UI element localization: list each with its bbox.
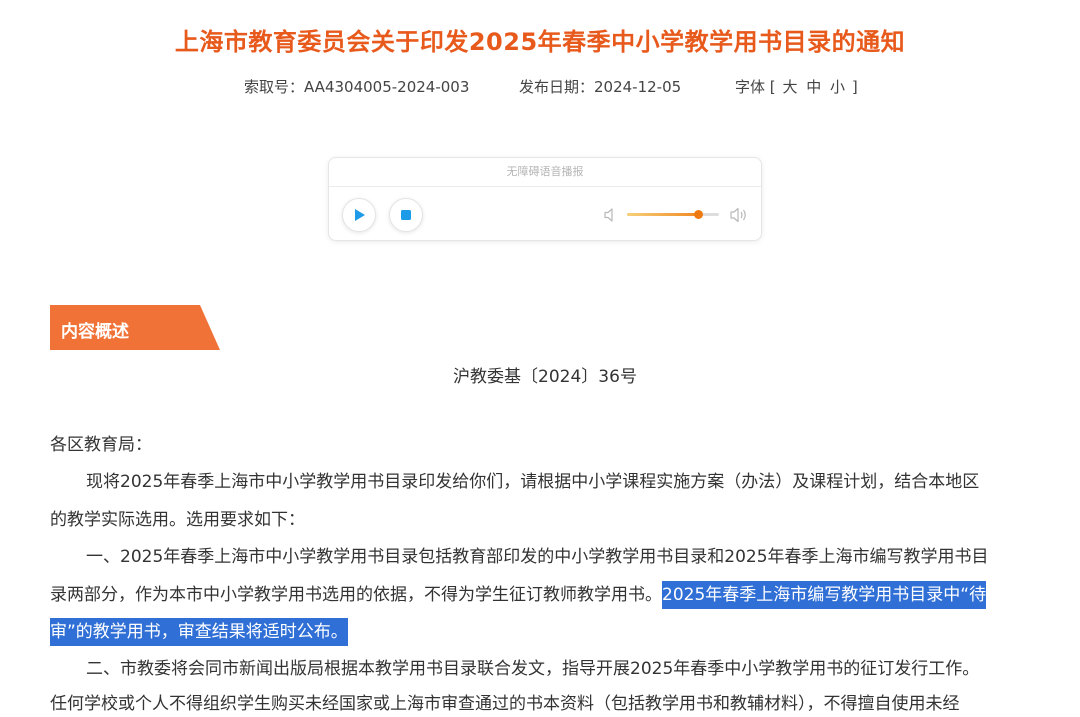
font-size-medium-link[interactable]: 中 [806, 78, 821, 96]
font-size-bracket-close: ] [851, 78, 858, 96]
selected-text[interactable]: 2025年春季上海市编写教学用书目录中“待 [662, 581, 987, 609]
document-number: 沪教委基〔2024〕36号 [453, 367, 637, 387]
page-title: 上海市教育委员会关于印发2025年春季中小学教学用书目录的通知 [174, 28, 906, 56]
volume-low-icon [604, 208, 613, 222]
paragraph-2-line-1: 一、2025年春季上海市中小学教学用书目录包括教育部印发的中小学教学用书目录和2… [86, 547, 989, 567]
notice-page: 上海市教育委员会关于印发2025年春季中小学教学用书目录的通知 索取号：AA43… [0, 0, 1080, 717]
volume-slider-fill [627, 213, 698, 216]
section-banner: 内容概述 [50, 305, 220, 350]
paragraph-1-line-2: 的教学实际选用。选用要求如下： [50, 510, 305, 530]
paragraph-2-line-2: 录两部分，作为本市中小学教学用书选用的依据，不得为学生征订教师教学用书。2025… [50, 581, 1050, 609]
font-size-switcher: 字体 [ 大 中 小 ] [735, 76, 858, 97]
volume-high-icon [730, 207, 746, 223]
section-banner-label: 内容概述 [61, 322, 129, 342]
volume-slider-handle[interactable] [693, 210, 703, 219]
audio-player: 无障碍语音播报 [328, 157, 762, 241]
stop-button[interactable] [389, 198, 423, 232]
play-icon [355, 209, 365, 221]
salutation: 各区教育局： [50, 435, 152, 455]
stop-icon [401, 210, 411, 220]
font-size-label: 字体 [735, 78, 766, 96]
paragraph-1-line-1: 现将2025年春季上海市中小学教学用书目录印发给你们，请根据中小学课程实施方案（… [86, 472, 980, 492]
publish-date: 发布日期：2024-12-05 [519, 78, 682, 96]
index-number: 索取号：AA4304005-2024-003 [244, 78, 470, 96]
font-size-small-link[interactable]: 小 [830, 78, 845, 96]
font-size-large-link[interactable]: 大 [782, 78, 797, 96]
document-meta: 索取号：AA4304005-2024-003 发布日期：2024-12-05 字… [0, 76, 1080, 98]
paragraph-2-line-3: 审”的教学用书，审查结果将适时公布。 [50, 618, 1050, 646]
player-title: 无障碍语音播报 [329, 158, 761, 187]
selected-text-continued[interactable]: 审”的教学用书，审查结果将适时公布。 [50, 618, 348, 646]
play-button[interactable] [342, 198, 376, 232]
paragraph-3-line-2: 任何学校或个人不得组织学生购买未经国家或上海市审查通过的书本资料（包括教学用书和… [50, 694, 960, 714]
paragraph-2-text: 录两部分，作为本市中小学教学用书选用的依据，不得为学生征订教师教学用书。 [50, 585, 662, 605]
paragraph-3-line-1: 二、市教委将会同市新闻出版局根据本教学用书目录联合发文，指导开展2025年春季中… [86, 659, 980, 679]
font-size-bracket-open: [ [769, 78, 776, 96]
volume-slider[interactable] [627, 210, 719, 219]
